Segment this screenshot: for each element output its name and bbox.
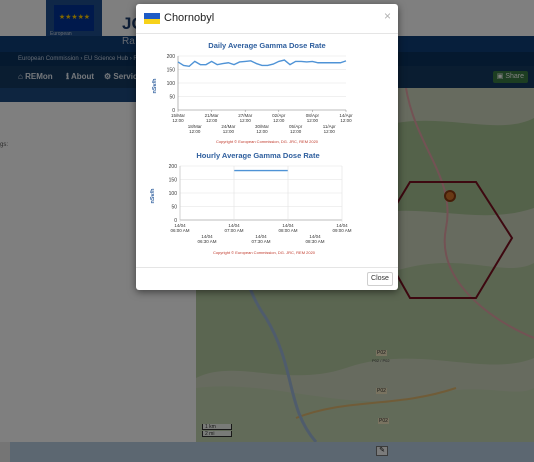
x-tick-label: 14/Apr 12:00 [339, 113, 353, 123]
station-modal: Chornobyl × Daily Average Gamma Dose Rat… [136, 4, 398, 290]
y-tick-label: 100 [167, 81, 176, 87]
x-tick-label: 21/Mar 12:00 [205, 113, 220, 123]
chart-title: Daily Average Gamma Dose Rate [208, 41, 325, 50]
x-tick-label: 14/04 08:00 AM [278, 223, 297, 233]
x-tick-label: 24/Mar 12:00 [221, 124, 236, 134]
x-tick-label: 30/Mar 12:00 [255, 124, 270, 134]
x-tick-label: 08/Apr 12:00 [306, 113, 320, 123]
x-tick-label: 14/04 07:30 AM [251, 234, 270, 244]
modal-header: Chornobyl × [136, 4, 398, 34]
modal-footer-divider [136, 267, 398, 268]
x-tick-label: 14/04 08:30 AM [305, 234, 324, 244]
y-tick-label: 200 [167, 54, 176, 60]
x-tick-label: 11/Apr 12:00 [323, 124, 336, 134]
x-tick-label: 14/04 09:00 AM [332, 223, 351, 233]
x-tick-label: 14/04 06:00 AM [170, 223, 189, 233]
y-tick-label: 150 [167, 67, 176, 73]
series-line [177, 59, 347, 67]
ukraine-flag-icon [144, 13, 160, 24]
chart-copyright: Copyright © European Commission, DG. JRC… [216, 139, 319, 144]
daily-dose-chart: Daily Average Gamma Dose Rate nSv/h 0501… [152, 41, 353, 144]
y-axis-label: nSv/h [150, 188, 156, 204]
x-tick-label: 14/04 06:30 AM [197, 234, 216, 244]
y-tick-label: 100 [169, 191, 178, 197]
x-tick-label: 18/Mar 12:00 [188, 124, 203, 134]
x-tick-label: 02/Apr 12:00 [272, 113, 286, 123]
y-tick-label: 50 [169, 94, 175, 100]
x-tick-label: 27/Mar 12:00 [238, 113, 253, 123]
y-tick-label: 150 [169, 177, 178, 183]
y-tick-label: 200 [169, 164, 178, 170]
close-button[interactable]: Close [367, 272, 393, 286]
chart-copyright: Copyright © European Commission, DG. JRC… [213, 250, 316, 255]
close-icon[interactable]: × [384, 9, 391, 23]
y-tick-label: 50 [171, 204, 177, 210]
chart-title: Hourly Average Gamma Dose Rate [196, 152, 319, 160]
y-axis-label: nSv/h [152, 78, 158, 94]
x-tick-label: 05/Apr 12:00 [289, 124, 303, 134]
x-tick-label: 15/Mar 12:00 [171, 113, 186, 123]
x-tick-label: 14/04 07:00 AM [224, 223, 243, 233]
modal-title: Chornobyl [164, 12, 215, 24]
hourly-dose-chart: Hourly Average Gamma Dose Rate nSv/h 050… [150, 152, 352, 255]
